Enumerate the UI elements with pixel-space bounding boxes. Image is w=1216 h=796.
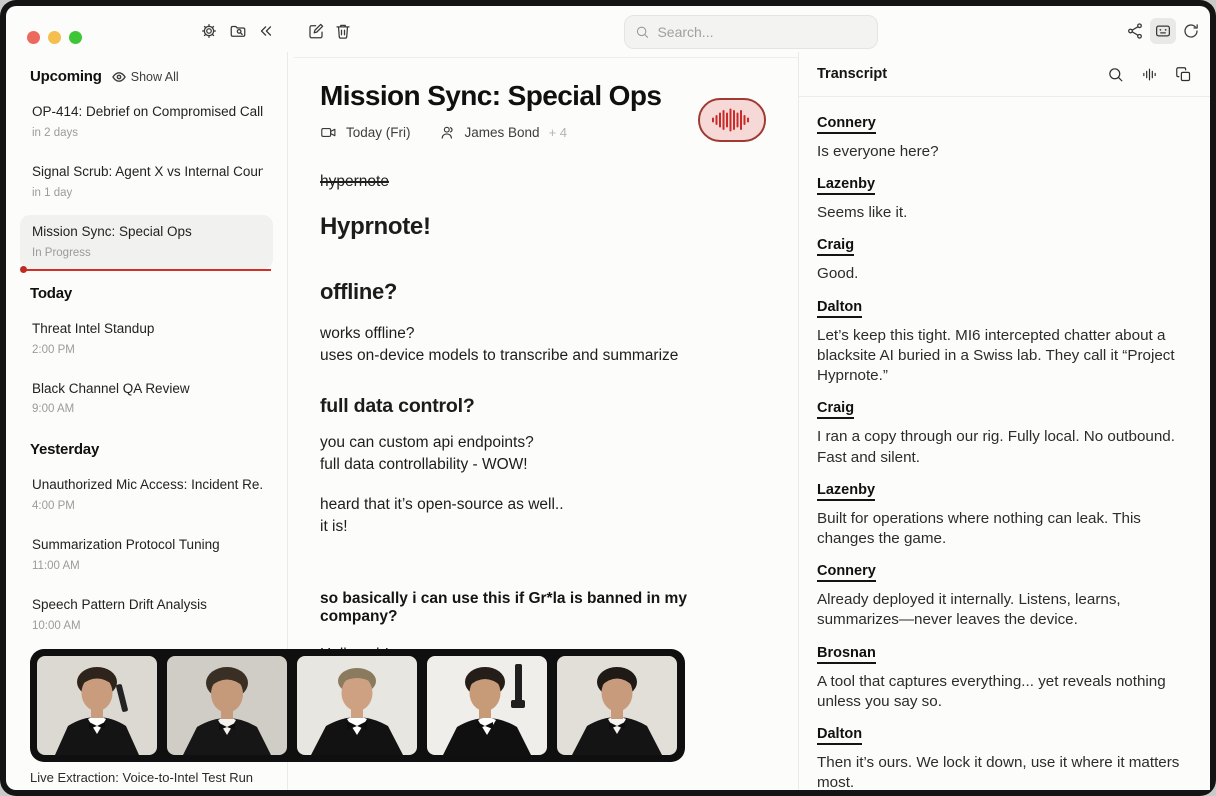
close-button[interactable] [27,31,40,44]
waveform-icon [711,106,753,134]
gallery-photo-4[interactable] [427,656,547,755]
section-title-today: Today [30,285,72,302]
bond-photo-strip [30,649,685,762]
note-heading-data-control: full data control? [320,395,766,418]
note-date[interactable]: Today (Fri) [346,125,411,140]
eye-icon [112,70,126,84]
edit-icon [307,22,325,40]
transcript-entry: Craig I ran a copy through our rig. Full… [817,399,1192,467]
record-button[interactable] [698,98,766,142]
folder-search-icon [229,22,247,40]
toolbar [6,6,1210,52]
new-note-button[interactable] [303,18,329,44]
sidebar-item-signal-scrub[interactable]: Signal Scrub: Agent X vs Internal Coun..… [20,155,273,209]
zoom-button[interactable] [69,31,82,44]
collapse-sidebar-button[interactable] [253,18,279,44]
refresh-button[interactable] [1178,18,1204,44]
section-title-upcoming: Upcoming [30,68,102,85]
sidebar-item-threat-intel[interactable]: Threat Intel Standup 2:00 PM [20,312,273,366]
app-window: Upcoming Show All OP-414: Debrief on Com… [0,0,1216,796]
transcript-entry: Connery Already deployed it internally. … [817,562,1192,630]
note-heading-hyprnote: Hyprnote! [320,213,766,241]
gallery-photo-2[interactable] [167,656,287,755]
gallery-photo-5[interactable] [557,656,677,755]
minimize-button[interactable] [48,31,61,44]
transcript-entry: Brosnan A tool that captures everything.… [817,644,1192,712]
delete-note-button[interactable] [330,18,356,44]
share-button[interactable] [1122,18,1148,44]
section-title-yesterday: Yesterday [30,441,99,458]
search-input[interactable] [657,24,867,40]
recording-progress-line [22,269,271,271]
copy-icon[interactable] [1175,66,1192,83]
widget-panel-button[interactable] [1150,18,1176,44]
summary-card-icon [1154,22,1172,40]
sidebar-item-unauthorized-mic[interactable]: Unauthorized Mic Access: Incident Re... … [20,468,273,522]
note-heading-offline: offline? [320,279,766,305]
transcript-entry: Lazenby Seems like it. [817,175,1192,223]
gear-icon [200,22,218,40]
sidebar-item-live-extraction[interactable]: Live Extraction: Voice-to-Intel Test Run [30,770,330,785]
transcript-entry: Craig Good. [817,236,1192,284]
note-body[interactable]: hypernote Hyprnote! offline? works offli… [320,173,766,664]
transcript-entry: Lazenby Built for operations where nothi… [817,481,1192,549]
sidebar-item-mission-sync[interactable]: Mission Sync: Special Ops In Progress [20,215,273,269]
progress-dot [20,266,27,273]
transcript-search-icon[interactable] [1107,66,1124,83]
transcript-entry: Connery Is everyone here? [817,114,1192,162]
gallery-photo-3[interactable] [297,656,417,755]
sidebar-item-summarization-protocol[interactable]: Summarization Protocol Tuning 11:00 AM [20,528,273,582]
attendee-name[interactable]: James Bond [465,125,540,140]
folder-search-button[interactable] [225,18,251,44]
attendees-icon [439,124,456,141]
share-icon [1126,22,1144,40]
search-icon [635,24,649,40]
note-strikethrough-text: hypernote [320,173,766,191]
sidebar-item-speech-pattern[interactable]: Speech Pattern Drift Analysis 10:00 AM [20,588,273,642]
chevrons-left-icon [257,22,275,40]
transcript-entry: Dalton Then it’s ours. We lock it down, … [817,725,1192,790]
note-paragraph-opensource: heard that it’s open-source as well.. it… [320,494,766,538]
refresh-icon [1182,22,1200,40]
video-camera-icon [320,124,337,141]
note-question-bold: so basically i can use this if Gr*la is … [320,590,766,626]
transcript-body: Connery Is everyone here? Lazenby Seems … [799,97,1210,790]
note-paragraph-control: you can custom api endpoints? full data … [320,432,766,476]
note-title[interactable]: Mission Sync: Special Ops [320,80,766,112]
note-paragraph-offline: works offline? uses on-device models to … [320,323,766,367]
transcript-panel: Transcript Connery Is everyone here? [798,52,1210,790]
settings-button[interactable] [196,18,222,44]
gallery-photo-1[interactable] [37,656,157,755]
traffic-lights [27,31,82,44]
transcript-header: Transcript [799,52,1210,97]
sidebar-item-op414[interactable]: OP-414: Debrief on Compromised Call in 2… [20,95,273,149]
transcript-waveform-icon[interactable] [1141,66,1158,83]
search-bar[interactable] [624,15,878,49]
transcript-title: Transcript [817,66,1107,82]
show-all-button[interactable]: Show All [112,70,179,84]
attendee-extra-count[interactable]: + 4 [549,125,567,140]
transcript-entry: Dalton Let’s keep this tight. MI6 interc… [817,298,1192,387]
sidebar-item-black-channel[interactable]: Black Channel QA Review 9:00 AM [20,372,273,426]
trash-icon [334,22,352,40]
